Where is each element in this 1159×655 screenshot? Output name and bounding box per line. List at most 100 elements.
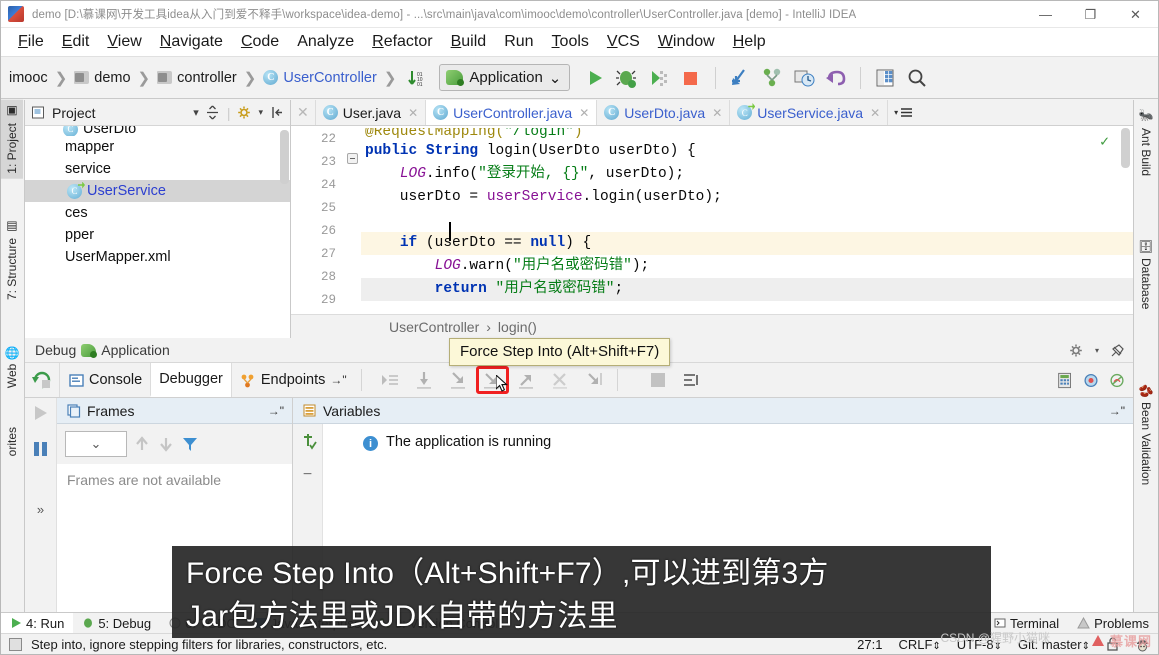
run-coverage-button[interactable] [644,63,674,93]
close-icon[interactable]: ✕ [870,106,880,120]
gear-icon[interactable] [236,105,252,121]
pin-icon[interactable] [1109,342,1125,358]
menu-help[interactable]: Help [724,30,775,54]
layout-settings-button[interactable] [675,366,708,394]
tree-item-ces[interactable]: ces [25,202,290,224]
editor-tab-usercontroller-java[interactable]: C UserController.java ✕ [426,100,598,125]
editor-scrollbar[interactable] [1121,128,1130,168]
menu-navigate[interactable]: Navigate [151,30,232,54]
menu-vcs[interactable]: VCS [598,30,649,54]
minimize-button[interactable]: — [1023,1,1068,28]
menu-analyze[interactable]: Analyze [288,30,363,54]
pause-program-button[interactable] [30,438,52,460]
run-to-cursor-button[interactable] [578,366,611,394]
close-icon[interactable]: ✕ [579,106,589,120]
editor-tab-userdto-java[interactable]: C UserDto.java ✕ [597,100,731,125]
menu-edit[interactable]: Edit [53,30,99,54]
variables-overflow-icon[interactable]: →" [1109,404,1125,418]
line-separator[interactable]: CRLF⇕ [898,637,940,652]
debug-tab-endpoints[interactable]: Endpoints →" [230,363,355,397]
menu-run[interactable]: Run [495,30,542,54]
code-content[interactable]: @RequestMapping("/login") public String … [361,126,1133,314]
editor-tab-userservice-java[interactable]: C UserService.java ✕ [730,100,889,125]
run-button[interactable] [580,63,610,93]
tree-item-pper[interactable]: pper [25,224,290,246]
close-icon[interactable]: ✕ [408,106,418,120]
sort-numeric-icon[interactable]: 01 10 01 [401,63,431,93]
run-configuration-selector[interactable]: Application ⌄ [439,64,571,91]
tree-item-userservice[interactable]: C UserService [25,180,290,202]
sidebar-item-web[interactable]: Web 🌐 [1,340,23,393]
vcs-commit-icon[interactable] [757,63,787,93]
thread-selector[interactable]: ⌄ [65,431,127,457]
vcs-history-icon[interactable] [789,63,819,93]
breadcrumb-class[interactable]: UserController [389,319,479,335]
add-watch-icon[interactable] [299,432,317,450]
tree-item-usermapper-xml[interactable]: UserMapper.xml [25,246,290,268]
sidebar-item-database[interactable]: 🗄 Database [1134,234,1158,315]
project-tree-scrollbar[interactable] [280,130,289,184]
project-tree[interactable]: C UserDto mapper service C UserService c… [25,126,290,338]
breadcrumb-imooc[interactable]: imooc [7,68,50,88]
step-out-button[interactable] [510,366,543,394]
sidebar-item-ant-build[interactable]: 🐜 Ant Build [1134,104,1158,181]
menu-code[interactable]: Code [232,30,288,54]
resume-program-button[interactable] [30,402,52,424]
drop-frame-button[interactable] [544,366,577,394]
database-table-icon[interactable] [870,63,900,93]
chevron-down-icon[interactable]: ▾ [258,107,263,118]
fold-marker[interactable] [347,153,358,164]
breadcrumb-usercontroller[interactable]: C UserController [261,68,378,88]
rerun-icon[interactable] [25,369,59,391]
tabs-overflow-icon[interactable]: →" [330,373,346,387]
arrow-up-icon[interactable] [133,435,151,453]
gear-icon[interactable] [1069,342,1085,358]
sidebar-item-favorites[interactable]: orites [1,422,23,461]
editor-tab-user-java[interactable]: C User.java ✕ [316,100,427,125]
maximize-button[interactable]: ❐ [1068,1,1113,28]
debug-tab-console[interactable]: Console [59,363,150,397]
mute-breakpoints-icon[interactable] [1109,372,1125,388]
breadcrumb-method[interactable]: login() [498,319,537,335]
editor-tab-stub[interactable]: ✕ [291,100,316,125]
debug-button[interactable] [612,63,642,93]
frames-overflow-icon[interactable]: →" [268,404,284,418]
calculator-icon[interactable] [1057,372,1073,388]
tool-window-run[interactable]: 4: Run [1,613,74,633]
show-execution-point-button[interactable] [374,366,407,394]
remove-watch-icon[interactable]: − [303,466,312,484]
tree-item-userdto[interactable]: C UserDto [25,126,290,136]
breadcrumb-demo[interactable]: demo [72,68,132,88]
caret-position[interactable]: 27:1 [857,637,882,652]
sidebar-item-structure[interactable]: 7: Structure ▤ [1,215,23,305]
expand-icon[interactable]: » [37,502,44,517]
tree-item-mapper[interactable]: mapper [25,136,290,158]
step-into-button[interactable] [442,366,475,394]
mute-breakpoints-button[interactable] [642,366,675,394]
force-step-into-button[interactable] [475,366,509,394]
collapse-all-icon[interactable] [205,105,221,121]
sidebar-item-bean-validation[interactable]: 🫘 Bean Validation [1134,378,1158,490]
menu-view[interactable]: View [98,30,150,54]
stop-button[interactable] [676,63,706,93]
breakpoints-icon[interactable] [1083,372,1099,388]
checkbox-icon[interactable] [9,637,22,651]
menu-refactor[interactable]: Refactor [363,30,441,54]
debug-tab-debugger[interactable]: Debugger [150,363,231,397]
code-editor[interactable]: 22 23 24 25 26 27 28 29 @RequestMapping(… [291,126,1133,314]
step-over-button[interactable] [408,366,441,394]
rollback-icon[interactable] [821,63,851,93]
hide-panel-icon[interactable] [269,105,285,121]
tool-window-debug[interactable]: 5: Debug [73,613,160,633]
tree-item-service[interactable]: service [25,158,290,180]
tool-window-problems[interactable]: Problems [1068,616,1158,631]
vcs-update-icon[interactable] [725,63,755,93]
inspection-status-icon[interactable]: ✓ [1100,132,1109,151]
arrow-down-icon[interactable] [157,435,175,453]
breadcrumb-controller[interactable]: controller [155,68,239,88]
search-icon[interactable] [902,63,932,93]
menu-tools[interactable]: Tools [543,30,598,54]
close-button[interactable]: ✕ [1113,1,1158,28]
menu-window[interactable]: Window [649,30,724,54]
code-folding-column[interactable] [343,126,361,314]
